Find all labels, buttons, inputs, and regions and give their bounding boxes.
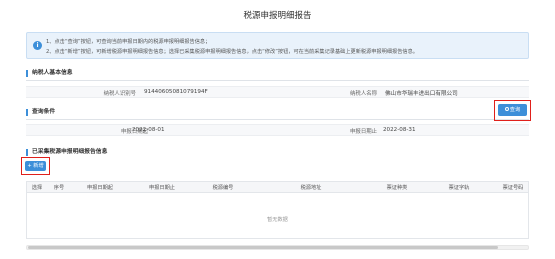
- col-end-date: 申报日期止: [149, 185, 175, 191]
- section-divider: [26, 80, 529, 81]
- col-source-address: 税源地址: [300, 185, 322, 191]
- taxpayer-name-label: 纳税人名称: [350, 91, 377, 97]
- taxpayer-name-value: 佛山市华瑞丰进出口有限公司: [385, 91, 458, 97]
- query-button[interactable]: 查询: [498, 104, 527, 116]
- taxpayer-row: 纳税人识别号 91440605081079194F 纳税人名称 佛山市华瑞丰进出…: [26, 86, 529, 98]
- table-header: 选择 序号 申报日期起 申报日期止 税源编号 税源地址 票证种类 票证字轨 票证…: [27, 182, 528, 193]
- notice-banner: i 1、点击“查询”按钮，可查询当前申报日期内的税源申报明细报告信息； 2、点击…: [26, 32, 529, 59]
- section-title-collected: 已采集税源申报明细报告信息: [26, 149, 107, 156]
- horizontal-scrollbar[interactable]: [26, 245, 529, 250]
- col-start-date: 申报日期起: [87, 185, 113, 191]
- query-row: 申报日期起 2022-08-01 申报日期止 2022-08-31: [26, 124, 529, 136]
- section-title-query: 查询条件: [26, 109, 55, 116]
- add-button[interactable]: + 新增: [25, 161, 46, 171]
- col-voucher-type: 票证种类: [386, 185, 408, 191]
- taxpayer-id-label: 纳税人识别号: [103, 91, 136, 97]
- col-select: 选择: [31, 185, 43, 191]
- info-icon: i: [33, 41, 42, 50]
- taxpayer-id-value: 91440605081079194F: [144, 89, 208, 95]
- notice-line-1: 1、点击“查询”按钮，可查询当前申报日期内的税源申报明细报告信息；: [46, 39, 211, 45]
- notice-line-2: 2、点击“新增”按钮，可新增税源申报明细报告信息；选择已采集税源申报明细报告信息…: [46, 49, 418, 55]
- empty-state: 暂无数据: [267, 217, 288, 223]
- start-date-input[interactable]: 2022-08-01: [132, 127, 165, 133]
- scrollbar-thumb[interactable]: [28, 246, 498, 249]
- col-voucher-track: 票证字轨: [448, 185, 470, 191]
- col-source-number: 税源编号: [212, 185, 234, 191]
- col-voucher-number: 票证号码: [502, 185, 524, 191]
- end-date-input[interactable]: 2022-08-31: [383, 127, 416, 133]
- search-icon: [504, 106, 509, 111]
- query-button-label: 查询: [509, 107, 521, 113]
- page-title: 税源申报明细报告: [243, 11, 312, 21]
- end-date-label: 申报日期止: [350, 129, 377, 135]
- section-title-taxpayer: 纳税人基本信息: [26, 70, 73, 77]
- section-divider: [26, 119, 529, 120]
- col-index: 序号: [53, 185, 65, 191]
- collected-table: 选择 序号 申报日期起 申报日期止 税源编号 税源地址 票证种类 票证字轨 票证…: [26, 181, 529, 239]
